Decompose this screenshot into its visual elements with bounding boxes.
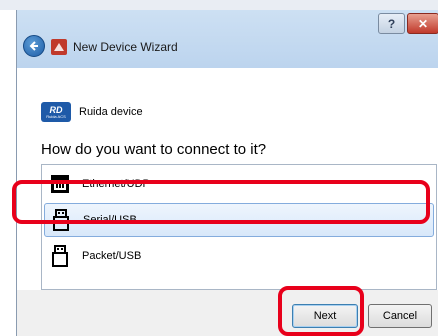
help-button[interactable]: ? bbox=[378, 13, 405, 34]
close-button[interactable]: ✕ bbox=[407, 13, 438, 34]
connection-ethernet-udp[interactable]: Ethernet/UDP bbox=[44, 167, 434, 201]
wizard-content: RD Ruida ACS Ruida device How do you wan… bbox=[17, 68, 438, 290]
cancel-button[interactable]: Cancel bbox=[368, 304, 432, 328]
back-arrow-icon[interactable] bbox=[23, 35, 45, 57]
connection-list[interactable]: Ethernet/UDP Serial/USB Packet/USB bbox=[41, 164, 437, 290]
device-header: RD Ruida ACS Ruida device bbox=[41, 102, 143, 122]
ethernet-icon bbox=[51, 175, 69, 193]
connection-serial-usb[interactable]: Serial/USB bbox=[44, 203, 434, 237]
title-bar: ? ✕ New Device Wizard bbox=[17, 10, 438, 68]
device-name: Ruida device bbox=[79, 106, 143, 118]
next-button[interactable]: Next bbox=[292, 304, 358, 328]
ruida-logo-icon: RD Ruida ACS bbox=[41, 102, 71, 122]
usb-icon bbox=[53, 209, 69, 231]
background-window-strip bbox=[0, 0, 438, 10]
connection-label: Ethernet/UDP bbox=[82, 178, 150, 190]
ruida-logo-subtext: Ruida ACS bbox=[46, 113, 66, 119]
connection-label: Serial/USB bbox=[83, 214, 137, 226]
wizard-footer: Next Cancel bbox=[17, 290, 438, 336]
connection-label: Packet/USB bbox=[82, 250, 142, 262]
usb-icon bbox=[52, 245, 68, 267]
window-controls: ? ✕ bbox=[378, 13, 438, 34]
window-title: New Device Wizard bbox=[73, 40, 178, 54]
connection-question: How do you want to connect to it? bbox=[41, 141, 267, 158]
connection-packet-usb[interactable]: Packet/USB bbox=[44, 239, 434, 273]
wizard-window: ? ✕ New Device Wizard RD Ruida ACS Ruida… bbox=[16, 10, 438, 336]
app-icon bbox=[51, 39, 67, 55]
